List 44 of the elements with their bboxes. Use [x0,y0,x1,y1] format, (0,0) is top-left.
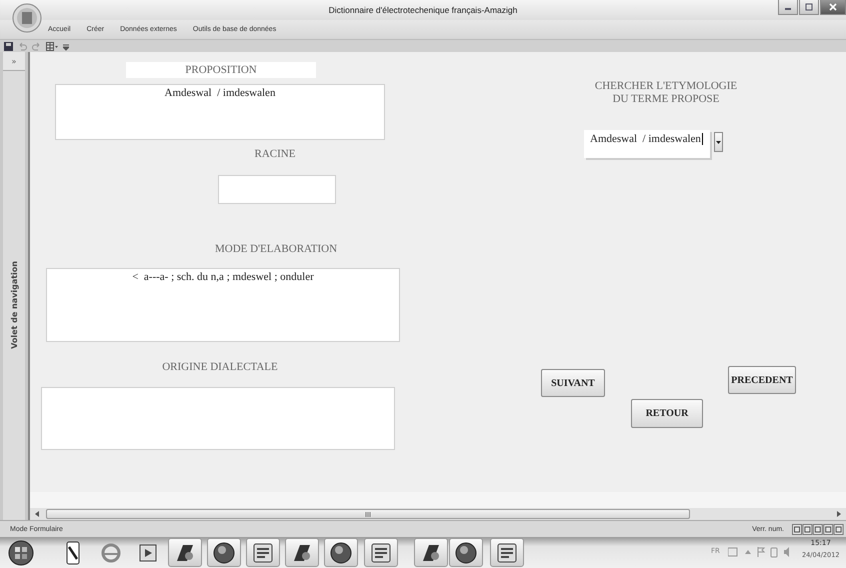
text-field[interactable]: < a---a- ; sch. du n,a ; mdeswel ; onduler [46,268,400,342]
window-title: Dictionnaire d'électrotechenique français-Amazigh [328,5,518,15]
text-field[interactable]: Amdeswal / imdeswalen [55,84,385,140]
horizontal-scrollbar[interactable] [30,508,846,520]
start-button[interactable] [8,540,34,566]
text-field[interactable] [218,175,336,204]
ring-icon[interactable] [100,541,122,565]
taskbar-button[interactable] [207,538,241,567]
taskbar-button[interactable] [490,538,524,567]
grid-icon[interactable] [46,42,58,50]
close-button[interactable] [820,0,846,15]
document-icon [369,540,393,564]
field-label: ORIGINE DIALECTALE [161,361,279,373]
restore-icon [804,3,814,11]
dropdown-button[interactable] [714,132,723,152]
save-icon[interactable] [4,42,13,50]
taskbar-button[interactable] [246,538,280,567]
taskbar-button[interactable] [285,538,319,567]
restore-button[interactable] [799,0,819,15]
close-icon [828,3,838,11]
sphere-icon [329,540,353,564]
taskbar-button[interactable] [324,538,358,567]
taskbar-button[interactable] [414,538,448,567]
text-field[interactable] [41,387,395,450]
field-label: RACINE [254,148,296,160]
scroll-left-icon[interactable] [34,510,40,518]
expand-button[interactable]: » [3,52,25,71]
search-heading: CHERCHER L'ETYMOLOGIE DU TERME PROPOSE [594,80,738,105]
taskbar-button[interactable] [168,538,202,567]
taskbar-button[interactable] [364,538,398,567]
nav-button[interactable]: SUIVANT [541,369,605,397]
view-switcher-icon[interactable] [792,524,844,534]
scrollbar-thumb[interactable] [46,509,690,519]
caret-icon [716,140,721,144]
pane-label: Volet de navigation [10,261,18,349]
field-label: PROPOSITION [126,62,316,78]
nav-button[interactable]: RETOUR [631,399,703,428]
field-label: MODE D'ELABORATION [214,243,338,255]
customize-icon[interactable] [63,42,69,50]
globe-icon [212,540,236,564]
minimize-button[interactable] [778,0,798,15]
scroll-right-icon[interactable] [836,510,842,518]
taskbar-button[interactable] [449,538,483,567]
nav-button[interactable]: PRECEDENT [728,366,796,394]
